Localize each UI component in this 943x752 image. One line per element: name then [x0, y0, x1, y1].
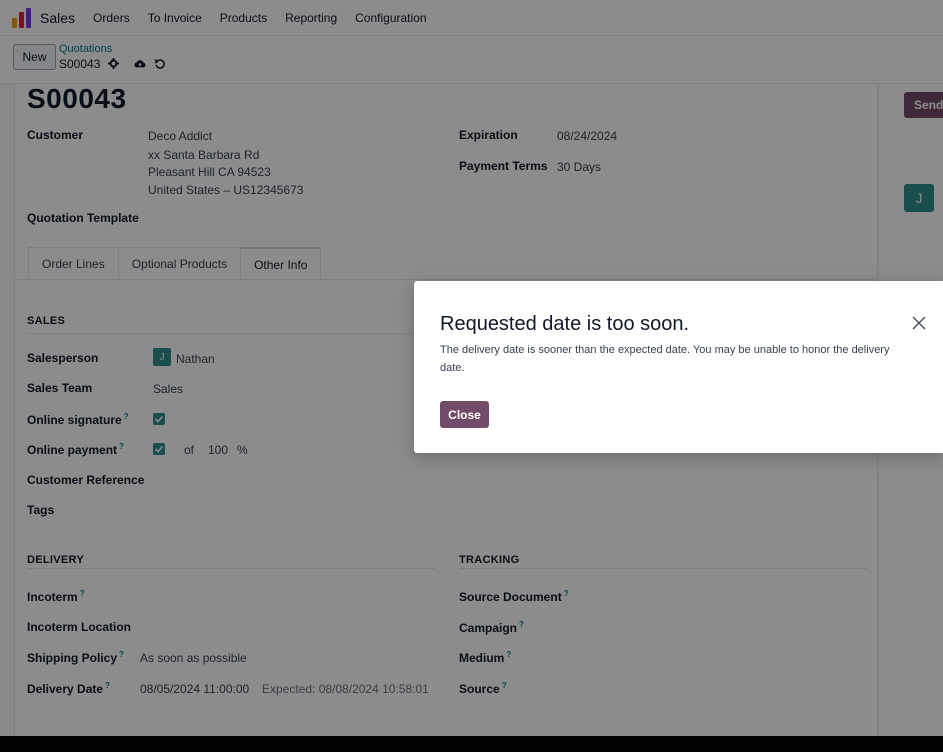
warning-dialog: Requested date is too soon. The delivery… [414, 281, 943, 453]
close-icon[interactable] [912, 316, 928, 332]
bottom-bar [0, 736, 943, 752]
dialog-message: The delivery date is sooner than the exp… [440, 344, 890, 374]
close-button[interactable]: Close [440, 401, 489, 428]
dialog-title: Requested date is too soon. [440, 313, 690, 335]
